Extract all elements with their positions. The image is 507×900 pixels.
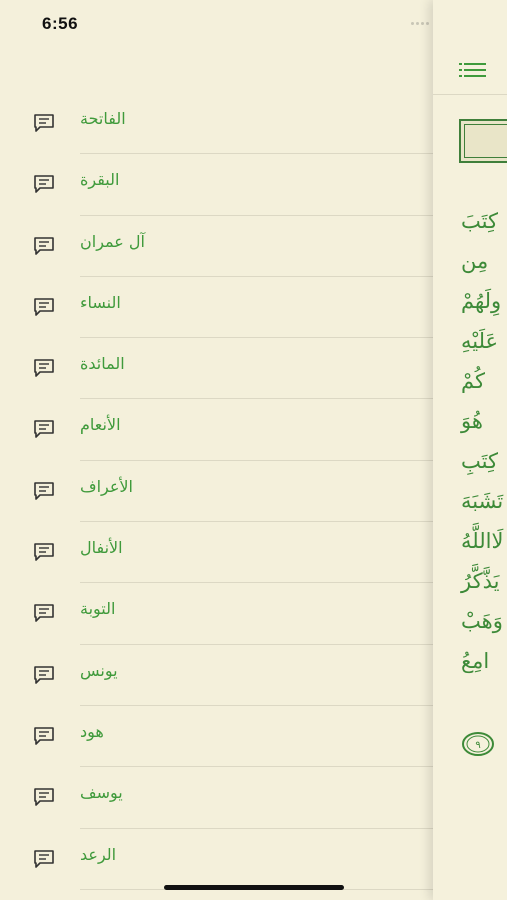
verse-line: كُمْ [461,369,485,393]
surah-name: المائدة [80,354,125,374]
surah-name: هود [80,721,104,741]
chat-bubble-icon [34,481,54,500]
chat-bubble-icon [34,849,54,868]
ayah-number: ٩ [475,740,480,751]
surah-name: الفاتحة [80,109,126,128]
surah-row[interactable]: يوسف [0,767,433,829]
ayah-number-marker: ٩ [462,732,494,756]
status-time: 6:56 [42,14,79,33]
surah-name: الأعراف [80,476,133,496]
chat-bubble-icon [34,236,54,255]
surah-name: التوبة [80,599,116,619]
chat-bubble-icon [34,727,54,745]
verse-line: لَااللَّهُ [461,529,504,553]
status-bar: 6:56 [0,0,507,50]
surah-name: آل عمران [80,231,145,251]
verse-line: وِلَهُمْ [461,289,502,313]
chat-bubble-icon [34,298,54,316]
surah-row[interactable]: الفاتحة [0,93,433,155]
verse-line: تَشَبَهَ [461,489,504,513]
surah-name: النساء [80,292,121,312]
surah-row[interactable]: الأعراف [0,461,433,523]
surah-row[interactable]: البقرة [0,154,433,216]
surah-row[interactable]: التوبة [0,583,433,645]
surah-name: الأنعام [80,415,121,435]
surah-name: يوسف [80,783,123,803]
home-indicator [164,885,344,890]
surah-row[interactable]: المائدة [0,338,433,400]
surah-list: الفاتحة البقرة آل عمران النساء المائدة الأنعا… [0,93,433,890]
surah-name: البقرة [80,170,120,190]
verse-line: هُوَ [461,409,483,433]
list-menu-icon[interactable] [459,62,487,78]
nav-bar [433,44,507,95]
surah-name: يونس [80,660,118,680]
verse-line: مِن [461,249,489,273]
surah-row[interactable]: النساء [0,277,433,339]
chat-bubble-icon [34,114,54,132]
chat-bubble-icon [34,420,54,439]
verse-line: كِتَبَ [461,209,498,233]
verse-line: كِتَبِ [461,449,498,473]
surah-name: الرعد [80,844,117,864]
chat-bubble-icon [34,359,54,377]
chat-bubble-icon [34,543,54,561]
surah-name: الأنفال [80,538,123,558]
verse-line: عَلَيْهِ [461,329,499,353]
surah-row[interactable]: الرعد [0,829,433,890]
verse-line: يَذَّكَّرُ [461,569,500,593]
surah-row[interactable]: آل عمران [0,216,433,277]
surah-row[interactable]: هود [0,706,433,768]
signal-icon [411,22,429,25]
chat-bubble-icon [34,604,54,623]
main-content-panel[interactable]: كِتَبَ مِن وِلَهُمْ عَلَيْهِ كُمْ هُوَ كِتَبِ ت… [433,0,507,900]
surah-header-ornament [459,119,507,163]
surah-row[interactable]: الأنعام [0,399,433,461]
chat-bubble-icon [34,788,54,807]
verse-line: وَهَبْ [461,609,503,633]
chat-bubble-icon [34,665,54,684]
verse-line: امِعُ [461,649,490,673]
chat-bubble-icon [34,175,54,194]
surah-row[interactable]: الأنفال [0,522,433,584]
surah-row[interactable]: يونس [0,645,433,706]
